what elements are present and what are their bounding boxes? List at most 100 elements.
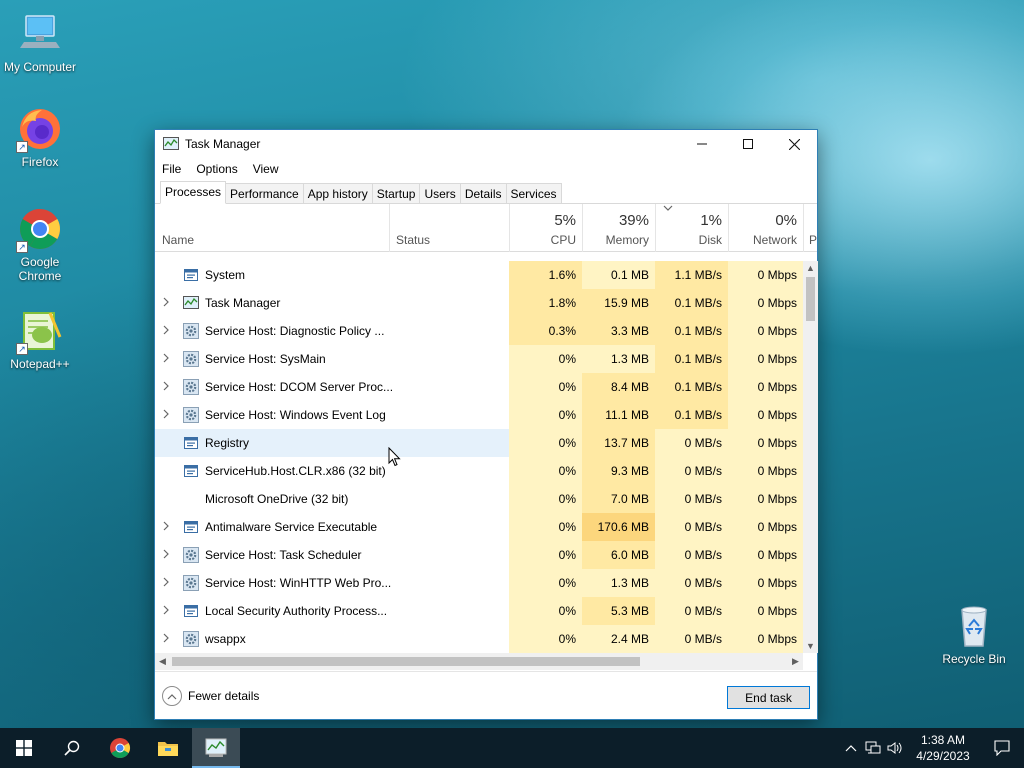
gear-icon (183, 351, 199, 367)
process-name: Service Host: Task Scheduler (205, 548, 362, 562)
end-task-button[interactable]: End task (727, 686, 810, 709)
process-list[interactable]: System 1.6% 0.1 MB 1.1 MB/s 0 Mbps Task Manag… (155, 261, 803, 653)
process-memory-value: 11.1 MB (582, 401, 655, 429)
scroll-right-icon[interactable]: ▶ (788, 653, 803, 670)
process-network-value: 0 Mbps (728, 373, 803, 401)
expand-chevron-icon[interactable] (162, 409, 170, 419)
minimize-button[interactable] (679, 130, 725, 158)
expand-chevron-icon[interactable] (162, 353, 170, 363)
tab-app-history[interactable]: App history (302, 183, 373, 203)
process-disk-value: 0.1 MB/s (655, 289, 728, 317)
gear-icon (183, 407, 199, 423)
expand-chevron-icon[interactable] (162, 521, 170, 531)
process-row[interactable]: ServiceHub.Host.CLR.x86 (32 bit) 0% 9.3 MB… (155, 457, 803, 485)
process-disk-value: 0.1 MB/s (655, 345, 728, 373)
process-cpu-value: 0% (509, 569, 582, 597)
process-row[interactable]: Service Host: Windows Event Log 0% 11.1 MB… (155, 401, 803, 429)
process-network-value: 0 Mbps (728, 625, 803, 653)
maximize-button[interactable] (725, 130, 771, 158)
app-window-icon (183, 519, 199, 535)
task-manager-window[interactable]: Task Manager File Options View Processes… (154, 129, 818, 720)
process-row[interactable]: Service Host: Diagnostic Policy ... 0.3% 3… (155, 317, 803, 345)
chevron-up-icon[interactable] (840, 728, 862, 768)
column-status[interactable]: Status (389, 204, 509, 252)
column-power-truncated[interactable]: P (803, 204, 817, 252)
tab-services[interactable]: Services (505, 183, 562, 203)
desktop-icon-notepad-plus-plus[interactable]: ↗ Notepad++ (0, 307, 80, 371)
fewer-details-label: Fewer details (188, 689, 260, 703)
process-memory-value: 9.3 MB (582, 457, 655, 485)
expand-chevron-icon[interactable] (162, 325, 170, 335)
desktop-icon-my-computer[interactable]: My Computer (0, 10, 80, 74)
vertical-scroll-thumb[interactable] (806, 277, 815, 321)
process-row[interactable]: Service Host: SysMain 0% 1.3 MB 0.1 MB/s 0 M… (155, 345, 803, 373)
expand-chevron-icon[interactable] (162, 297, 170, 307)
process-row[interactable]: Service Host: WinHTTP Web Pro... 0% 1.3 MB… (155, 569, 803, 597)
chrome-icon (110, 738, 130, 758)
column-memory[interactable]: 39% Memory (582, 204, 655, 252)
tab-details[interactable]: Details (459, 183, 507, 203)
process-row[interactable]: Local Security Authority Process... 0% 5.3… (155, 597, 803, 625)
network-icon[interactable] (862, 728, 884, 768)
column-cpu-label: CPU (550, 233, 576, 247)
title-bar[interactable]: Task Manager (155, 130, 817, 158)
notepad-plus-plus-icon: ↗ (16, 307, 64, 355)
fewer-details-toggle[interactable]: Fewer details (162, 686, 259, 706)
taskbar-chrome[interactable] (96, 728, 144, 768)
clock[interactable]: 1:38 AM 4/29/2023 (906, 732, 980, 764)
menu-file[interactable]: File (162, 162, 181, 176)
column-cpu[interactable]: 5% CPU (509, 204, 582, 252)
process-network-value: 0 Mbps (728, 261, 803, 289)
search-button[interactable] (48, 728, 96, 768)
close-button[interactable] (771, 130, 817, 158)
horizontal-scroll-thumb[interactable] (172, 657, 640, 666)
horizontal-scrollbar[interactable]: ◀ ▶ (155, 653, 803, 670)
tab-startup[interactable]: Startup (371, 183, 421, 203)
process-disk-value: 0 MB/s (655, 541, 728, 569)
desktop-icon-chrome[interactable]: ↗ Google Chrome (0, 205, 80, 283)
taskbar-task-manager[interactable] (192, 728, 240, 768)
expand-chevron-icon[interactable] (162, 549, 170, 559)
taskbar-file-explorer[interactable] (144, 728, 192, 768)
cpu-total-percent: 5% (554, 212, 576, 229)
process-network-value: 0 Mbps (728, 541, 803, 569)
process-row[interactable]: Antimalware Service Executable 0% 170.6 MB… (155, 513, 803, 541)
column-network[interactable]: 0% Network (728, 204, 803, 252)
menu-view[interactable]: View (253, 162, 279, 176)
process-row[interactable]: Task Manager 1.8% 15.9 MB 0.1 MB/s 0 Mbps (155, 289, 803, 317)
column-name[interactable]: Name (155, 204, 389, 252)
column-network-label: Network (752, 233, 797, 247)
clock-date: 4/29/2023 (916, 749, 970, 763)
menu-options[interactable]: Options (196, 162, 237, 176)
tab-processes[interactable]: Processes (160, 181, 227, 204)
tab-performance[interactable]: Performance (225, 183, 304, 203)
vertical-scrollbar[interactable]: ▲ ▼ (803, 261, 818, 653)
desktop-icon-recycle-bin[interactable]: Recycle Bin (934, 602, 1014, 666)
process-row[interactable]: Service Host: DCOM Server Proc... 0% 8.4 M… (155, 373, 803, 401)
gear-icon (183, 323, 199, 339)
expand-chevron-icon[interactable] (162, 577, 170, 587)
start-button[interactable] (0, 728, 48, 768)
process-memory-value: 3.3 MB (582, 317, 655, 345)
volume-icon[interactable] (884, 728, 906, 768)
process-cpu-value: 0.3% (509, 317, 582, 345)
action-center-button[interactable] (980, 728, 1024, 768)
process-row[interactable]: wsappx 0% 2.4 MB 0 MB/s 0 Mbps (155, 625, 803, 653)
desktop-icon-firefox[interactable]: ↗ Firefox (0, 105, 80, 169)
column-disk[interactable]: 1% Disk (655, 204, 728, 252)
process-disk-value: 0.1 MB/s (655, 317, 728, 345)
process-row[interactable]: Microsoft OneDrive (32 bit) 0% 7.0 MB 0 MB/… (155, 485, 803, 513)
expand-chevron-icon[interactable] (162, 381, 170, 391)
scroll-up-icon[interactable]: ▲ (803, 261, 818, 275)
scroll-left-icon[interactable]: ◀ (155, 653, 170, 670)
process-row[interactable]: Registry 0% 13.7 MB 0 MB/s 0 Mbps (155, 429, 803, 457)
process-name: Microsoft OneDrive (32 bit) (205, 492, 349, 506)
shortcut-arrow-icon: ↗ (16, 141, 28, 153)
expand-chevron-icon[interactable] (162, 605, 170, 615)
expand-chevron-icon[interactable] (162, 633, 170, 643)
process-row[interactable]: System 1.6% 0.1 MB 1.1 MB/s 0 Mbps (155, 261, 803, 289)
scroll-down-icon[interactable]: ▼ (803, 639, 818, 653)
process-row[interactable]: Service Host: Task Scheduler 0% 6.0 MB 0 MB… (155, 541, 803, 569)
tab-users[interactable]: Users (419, 183, 461, 203)
process-cpu-value: 0% (509, 457, 582, 485)
